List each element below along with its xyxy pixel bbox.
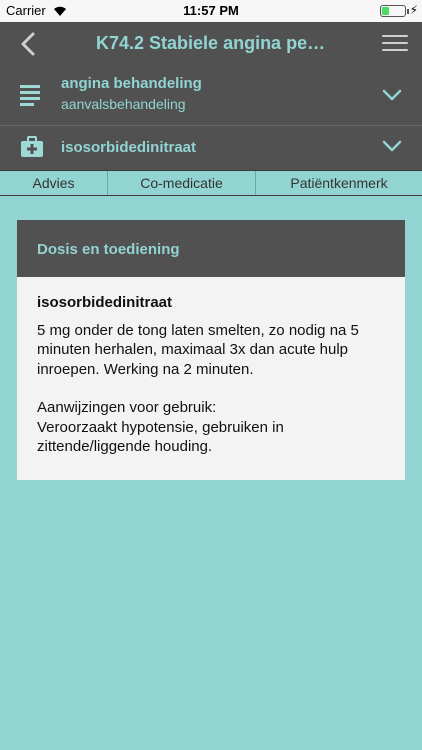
status-bar: Carrier 11:57 PM ⚡ [0,0,422,22]
page-title: K74.2 Stabiele angina pectoris [96,33,332,53]
tab-advies[interactable]: Advies [0,171,108,195]
dosage-text: 5 mg onder de tong laten smelten, zo nod… [37,321,359,378]
instructions-text: Veroorzaakt hypotensie, gebruiken in zit… [37,418,284,456]
medication-title: isosorbidedinitraat [61,139,197,156]
card-body: isosorbidedinitraat 5 mg onder de tong l… [17,277,405,457]
medication-name: isosorbidedinitraat [37,294,173,311]
treatment-title: angina behandeling [61,75,202,92]
dosage-card: Dosis en toediening isosorbidedinitraat … [17,220,405,480]
medication-selector[interactable]: isosorbidedinitraat [0,126,422,170]
tab-patientkenmerk[interactable]: Patiëntkenmerk [256,171,422,195]
status-time: 11:57 PM [183,3,239,18]
battery-icon [380,5,406,17]
list-icon [20,85,40,107]
tab-bar: Advies Co-medicatie Patiëntkenmerk [0,170,422,196]
navigation-bar: K74.2 Stabiele angina pectoris [0,22,422,66]
tab-co-medicatie[interactable]: Co-medicatie [108,171,256,195]
card-header: Dosis en toediening [17,220,405,277]
chevron-down-icon[interactable] [382,140,402,152]
treatment-selector[interactable]: angina behandeling aanvalsbehandeling [0,66,422,126]
medical-kit-icon [21,136,43,157]
instructions-heading: Aanwijzingen voor gebruik: [37,399,217,416]
charging-icon: ⚡ [409,3,418,17]
back-chevron-icon[interactable] [16,30,40,58]
treatment-subtitle: aanvalsbehandeling [61,96,186,112]
chevron-down-icon[interactable] [382,89,402,101]
hamburger-menu-icon[interactable] [382,35,408,53]
